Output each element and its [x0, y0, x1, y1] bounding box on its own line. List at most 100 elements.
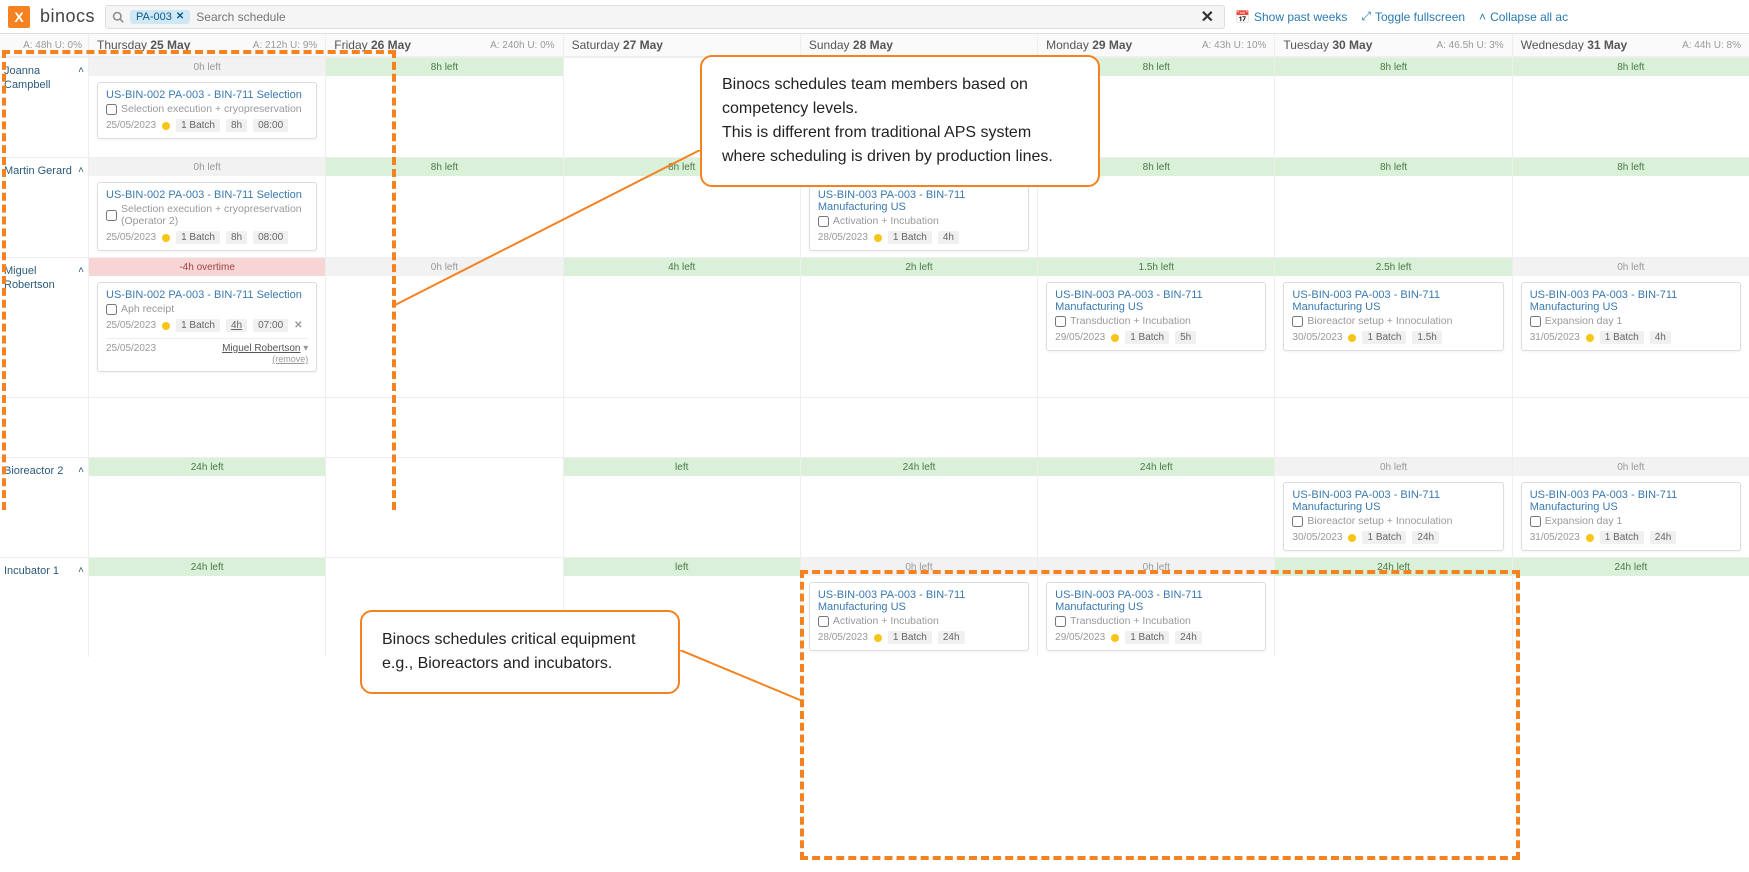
- task-card[interactable]: US-BIN-003 PA-003 - BIN-711 Manufacturin…: [809, 182, 1029, 251]
- cell-martin-thu[interactable]: 0h left US-BIN-002 PA-003 - BIN-711 Sele…: [88, 157, 325, 257]
- cell-martin-wed[interactable]: 8h left: [1512, 157, 1749, 257]
- cell-miguel-tue[interactable]: 2.5h left US-BIN-003 PA-003 - BIN-711 Ma…: [1274, 257, 1511, 397]
- card-title: US-BIN-003 PA-003 - BIN-711 Manufacturin…: [1530, 289, 1732, 313]
- day-header-sat: Saturday 27 May: [563, 34, 800, 57]
- task-card[interactable]: US-BIN-003 PA-003 - BIN-711 Manufacturin…: [1521, 482, 1741, 551]
- cell-martin-fri[interactable]: 8h left: [325, 157, 562, 257]
- cell-incubator-sun[interactable]: 0h left US-BIN-003 PA-003 - BIN-711 Manu…: [800, 557, 1037, 657]
- task-checkbox[interactable]: [818, 616, 829, 627]
- task-card[interactable]: US-BIN-002 PA-003 - BIN-711 Selection Ap…: [97, 282, 317, 372]
- collapse-row-icon[interactable]: ˄: [78, 464, 84, 477]
- corner-cell: A: 48h U: 0%: [0, 34, 88, 57]
- capacity-bar: 24h left: [1038, 458, 1274, 476]
- cell-martin-tue[interactable]: 8h left: [1274, 157, 1511, 257]
- cell-miguel-sat[interactable]: 4h left: [563, 257, 800, 397]
- task-checkbox[interactable]: [106, 104, 117, 115]
- collapse-all-button[interactable]: ˄ Collapse all ac: [1479, 9, 1568, 24]
- task-card[interactable]: US-BIN-003 PA-003 - BIN-711 Manufacturin…: [809, 582, 1029, 651]
- cell-incubator-mon[interactable]: 0h left US-BIN-003 PA-003 - BIN-711 Manu…: [1037, 557, 1274, 657]
- card-footer: 25/05/2023 1 Batch 4h 07:00 ✕: [106, 319, 308, 332]
- capacity-bar: left: [564, 458, 800, 476]
- capacity-bar: 8h left: [326, 158, 562, 176]
- remove-link[interactable]: (remove): [272, 354, 308, 364]
- show-past-weeks-button[interactable]: 📅 Show past weeks: [1235, 9, 1347, 24]
- card-title: US-BIN-002 PA-003 - BIN-711 Selection: [106, 189, 308, 201]
- cell-miguel-fri[interactable]: 0h left: [325, 257, 562, 397]
- task-checkbox[interactable]: [1055, 616, 1066, 627]
- task-checkbox[interactable]: [1530, 516, 1541, 527]
- task-card[interactable]: US-BIN-003 PA-003 - BIN-711 Manufacturin…: [1283, 282, 1503, 351]
- filter-chip[interactable]: PA-003 ✕: [130, 10, 190, 24]
- capacity-bar: 8h left: [1275, 58, 1511, 76]
- card-footer: 28/05/2023 1 Batch 4h: [818, 231, 1020, 244]
- card-footer: 28/05/2023 1 Batch 24h: [818, 631, 1020, 644]
- cell-bioreactor-sat[interactable]: left: [563, 457, 800, 557]
- collapse-row-icon[interactable]: ˄: [78, 64, 84, 77]
- clear-search-icon[interactable]: ✕: [1197, 7, 1218, 27]
- close-icon[interactable]: ✕: [294, 320, 302, 331]
- assignee-link[interactable]: Miguel Robertson: [222, 343, 300, 354]
- cell-bioreactor-fri[interactable]: [325, 457, 562, 557]
- cell-joanna-thu[interactable]: 0h left US-BIN-002 PA-003 - BIN-711 Sele…: [88, 57, 325, 157]
- cell-bioreactor-tue[interactable]: 0h left US-BIN-003 PA-003 - BIN-711 Manu…: [1274, 457, 1511, 557]
- capacity-bar: 24h left: [89, 458, 325, 476]
- task-card[interactable]: US-BIN-003 PA-003 - BIN-711 Manufacturin…: [1521, 282, 1741, 351]
- cell-joanna-tue[interactable]: 8h left: [1274, 57, 1511, 157]
- spacer: [0, 397, 88, 457]
- card-footer: 29/05/2023 1 Batch 5h: [1055, 331, 1257, 344]
- task-checkbox[interactable]: [1292, 516, 1303, 527]
- cell-joanna-fri[interactable]: 8h left: [325, 57, 562, 157]
- day-header-fri: Friday 26 MayA: 240h U: 0%: [325, 34, 562, 57]
- chip-close-icon[interactable]: ✕: [176, 11, 184, 22]
- card-subtitle: Transduction + Incubation: [1055, 615, 1257, 627]
- row-label-miguel: Miguel Robertson ˄: [0, 257, 88, 397]
- cell-bioreactor-mon[interactable]: 24h left: [1037, 457, 1274, 557]
- search-icon: [112, 11, 124, 23]
- toggle-fullscreen-button[interactable]: ⤢ Toggle fullscreen: [1361, 9, 1465, 24]
- cell-miguel-mon[interactable]: 1.5h left US-BIN-003 PA-003 - BIN-711 Ma…: [1037, 257, 1274, 397]
- row-label-incubator: Incubator 1 ˄: [0, 557, 88, 657]
- task-checkbox[interactable]: [1292, 316, 1303, 327]
- cell-incubator-wed[interactable]: 24h left: [1512, 557, 1749, 657]
- search-input[interactable]: [196, 10, 1190, 24]
- card-footer: 30/05/2023 1 Batch 1.5h: [1292, 331, 1494, 344]
- task-checkbox[interactable]: [106, 210, 117, 221]
- cell-bioreactor-thu[interactable]: 24h left: [88, 457, 325, 557]
- cell-incubator-thu[interactable]: 24h left: [88, 557, 325, 657]
- cell-miguel-wed[interactable]: 0h left US-BIN-003 PA-003 - BIN-711 Manu…: [1512, 257, 1749, 397]
- status-dot-icon: [162, 122, 170, 130]
- collapse-row-icon[interactable]: ˄: [78, 164, 84, 177]
- card-title: US-BIN-003 PA-003 - BIN-711 Manufacturin…: [1292, 489, 1494, 513]
- expand-icon: ⤢: [1361, 9, 1371, 24]
- connector-line-bottom: [680, 650, 810, 710]
- card-subtitle: Aph receipt: [106, 303, 308, 315]
- card-footer: 30/05/2023 1 Batch 24h: [1292, 531, 1494, 544]
- cell-bioreactor-wed[interactable]: 0h left US-BIN-003 PA-003 - BIN-711 Manu…: [1512, 457, 1749, 557]
- capacity-bar: 0h left: [1513, 258, 1749, 276]
- task-checkbox[interactable]: [106, 304, 117, 315]
- cell-miguel-thu[interactable]: -4h overtime US-BIN-002 PA-003 - BIN-711…: [88, 257, 325, 397]
- status-dot-icon: [1586, 534, 1594, 542]
- collapse-row-icon[interactable]: ˄: [78, 564, 84, 577]
- cell-incubator-tue[interactable]: 24h left: [1274, 557, 1511, 657]
- cell-joanna-wed[interactable]: 8h left: [1512, 57, 1749, 157]
- task-checkbox[interactable]: [818, 216, 829, 227]
- capacity-bar: 2.5h left: [1275, 258, 1511, 276]
- task-card[interactable]: US-BIN-002 PA-003 - BIN-711 Selection Se…: [97, 182, 317, 251]
- task-card[interactable]: US-BIN-003 PA-003 - BIN-711 Manufacturin…: [1046, 282, 1266, 351]
- capacity-bar: 0h left: [326, 258, 562, 276]
- task-card[interactable]: US-BIN-003 PA-003 - BIN-711 Manufacturin…: [1283, 482, 1503, 551]
- collapse-row-icon[interactable]: ˄: [78, 264, 84, 277]
- task-card[interactable]: US-BIN-003 PA-003 - BIN-711 Manufacturin…: [1046, 582, 1266, 651]
- cell-miguel-sun[interactable]: 2h left: [800, 257, 1037, 397]
- card-subtitle: Activation + Incubation: [818, 215, 1020, 227]
- card-subtitle: Transduction + Incubation: [1055, 315, 1257, 327]
- status-dot-icon: [1586, 334, 1594, 342]
- capacity-bar: 0h left: [1513, 458, 1749, 476]
- task-card[interactable]: US-BIN-002 PA-003 - BIN-711 Selection Se…: [97, 82, 317, 139]
- capacity-bar: 8h left: [1513, 158, 1749, 176]
- status-dot-icon: [1348, 334, 1356, 342]
- task-checkbox[interactable]: [1055, 316, 1066, 327]
- cell-bioreactor-sun[interactable]: 24h left: [800, 457, 1037, 557]
- task-checkbox[interactable]: [1530, 316, 1541, 327]
